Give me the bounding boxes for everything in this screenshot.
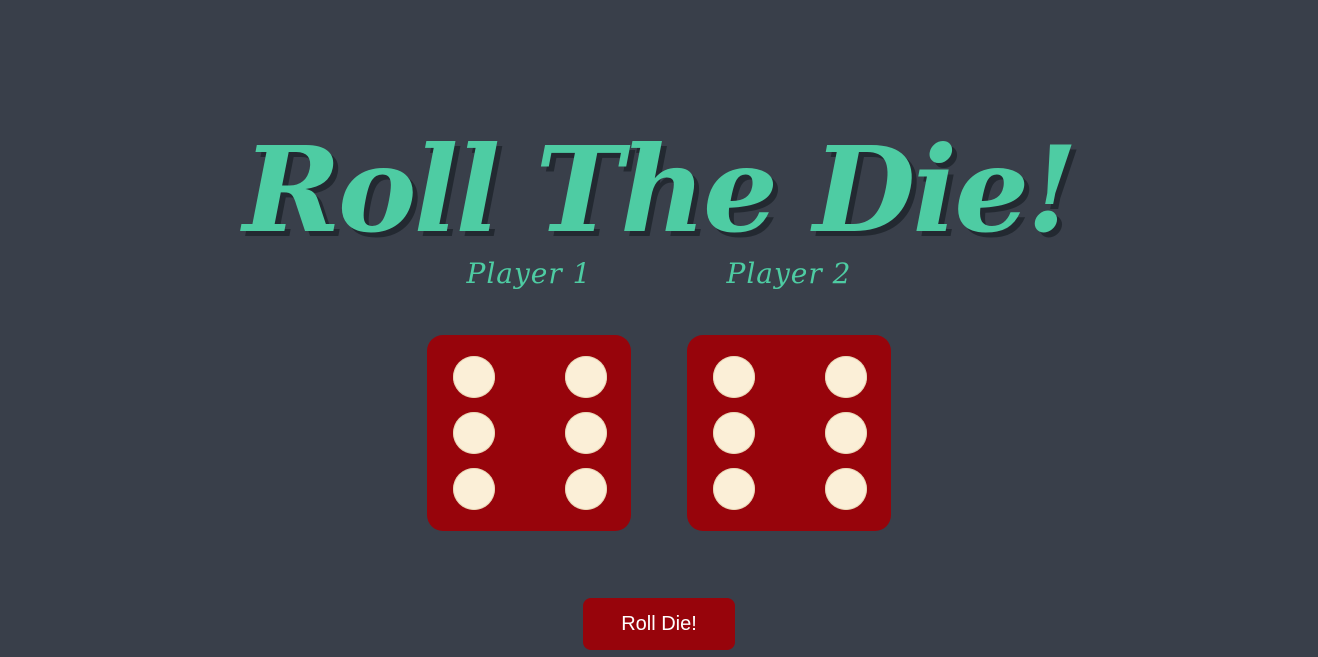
die-pip	[825, 468, 867, 510]
die-pip	[825, 412, 867, 454]
player-2-label: Player 2	[726, 257, 852, 290]
die-pip	[565, 468, 607, 510]
die-pip	[825, 356, 867, 398]
die-pip	[453, 356, 495, 398]
player-2-die	[687, 335, 891, 531]
die-pip	[713, 468, 755, 510]
player-1-label: Player 1	[466, 257, 592, 290]
die-pip	[713, 356, 755, 398]
page-title: Roll The Die!	[242, 120, 1078, 260]
die-pip	[453, 412, 495, 454]
die-pip	[453, 468, 495, 510]
player-1-die	[427, 335, 631, 531]
die-pip	[565, 412, 607, 454]
roll-die-button[interactable]: Roll Die!	[583, 598, 735, 650]
die-pip	[713, 412, 755, 454]
die-pip	[565, 356, 607, 398]
